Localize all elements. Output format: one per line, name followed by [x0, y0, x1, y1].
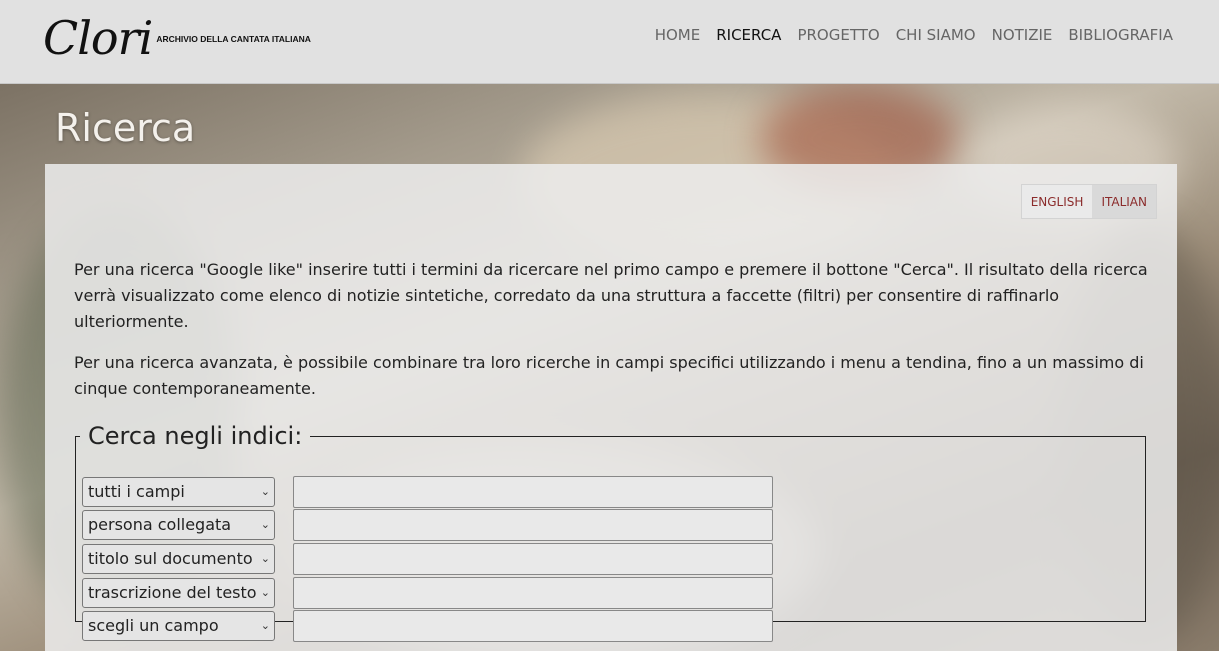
nav-home[interactable]: HOME — [655, 26, 701, 44]
field-select-value: scegli un campo — [88, 616, 219, 635]
search-panel: ENGLISH ITALIAN Per una ricerca "Google … — [45, 164, 1177, 651]
field-select-value: titolo sul documento — [88, 549, 253, 568]
field-select[interactable]: persona collegata ⌄ — [82, 510, 275, 540]
site-logo[interactable]: Clori ARCHIVIO DELLA CANTATA ITALIANA — [43, 10, 311, 66]
site-header: Clori ARCHIVIO DELLA CANTATA ITALIANA HO… — [0, 0, 1219, 84]
logo-mark: Clori — [43, 11, 153, 65]
intro-text: Per una ricerca "Google like" inserire t… — [74, 257, 1149, 417]
search-input[interactable] — [293, 577, 773, 609]
chevron-down-icon: ⌄ — [260, 552, 270, 565]
nav-bibliografia[interactable]: BIBLIOGRAFIA — [1068, 26, 1173, 44]
search-input[interactable] — [293, 543, 773, 575]
language-switch: ENGLISH ITALIAN — [1020, 184, 1157, 219]
intro-paragraph-advanced: Per una ricerca avanzata, è possibile co… — [74, 353, 1144, 398]
search-input[interactable] — [293, 509, 773, 541]
nav-progetto[interactable]: PROGETTO — [797, 26, 879, 44]
field-select[interactable]: titolo sul documento ⌄ — [82, 544, 275, 574]
page-title: Ricerca — [55, 106, 196, 150]
search-input[interactable] — [293, 476, 773, 508]
field-select[interactable]: trascrizione del testo ⌄ — [82, 578, 275, 608]
chevron-down-icon: ⌄ — [260, 586, 270, 599]
chevron-down-icon: ⌄ — [260, 485, 270, 498]
language-english-button[interactable]: ENGLISH — [1021, 185, 1093, 218]
language-italian-button[interactable]: ITALIAN — [1092, 185, 1156, 218]
search-legend: Cerca negli indici: — [88, 422, 303, 450]
nav-ricerca[interactable]: RICERCA — [716, 26, 781, 44]
field-select[interactable]: tutti i campi ⌄ — [82, 477, 275, 507]
field-select-value: trascrizione del testo — [88, 583, 257, 602]
nav-chi-siamo[interactable]: CHI SIAMO — [896, 26, 976, 44]
field-select-value: persona collegata — [88, 515, 232, 534]
field-select-value: tutti i campi — [88, 482, 185, 501]
main-nav: HOME RICERCA PROGETTO CHI SIAMO NOTIZIE … — [655, 26, 1173, 44]
search-input[interactable] — [293, 610, 773, 642]
index-search-fieldset: Cerca negli indici: tutti i campi ⌄ pers… — [75, 422, 1146, 642]
chevron-down-icon: ⌄ — [260, 619, 270, 632]
chevron-down-icon: ⌄ — [260, 518, 270, 531]
logo-subtitle: ARCHIVIO DELLA CANTATA ITALIANA — [156, 34, 311, 44]
nav-notizie[interactable]: NOTIZIE — [992, 26, 1053, 44]
intro-paragraph-simple: Per una ricerca "Google like" inserire t… — [74, 260, 1148, 331]
field-select[interactable]: scegli un campo ⌄ — [82, 611, 275, 641]
